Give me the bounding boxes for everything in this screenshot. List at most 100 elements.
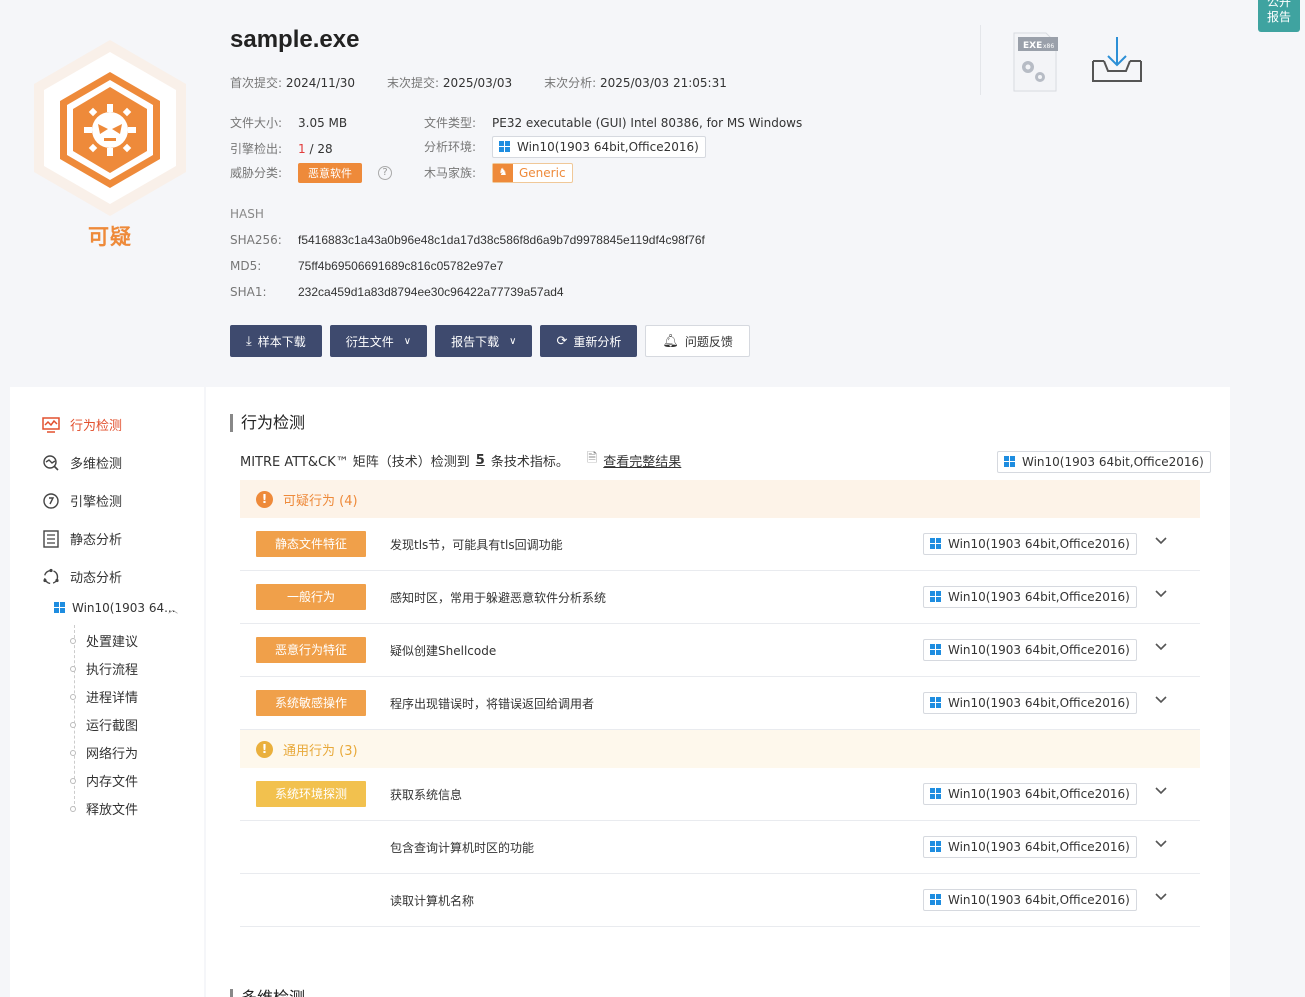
file-name: sample.exe — [230, 26, 360, 53]
chevron-down-icon[interactable] — [1154, 694, 1168, 708]
nav-env-win10[interactable]: Win10(1903 64... ︿ — [54, 601, 194, 616]
sample-download-button[interactable]: ⤓ 样本下载 — [230, 325, 322, 357]
analysis-env: 分析环境: Win10(1903 64bit,Office2016) — [424, 136, 706, 158]
mitre-summary: MITRE ATT&CK™ 矩阵（技术）检测到 5 条技术指标。 🗎︎ 查看完整结果 — [240, 451, 682, 470]
engine-icon — [42, 492, 60, 510]
feedback-button[interactable]: 🔔︎ 问题反馈 — [645, 325, 750, 357]
public-report-tag[interactable]: 公开 报告 — [1258, 0, 1300, 32]
svg-text:EXE: EXE — [1023, 41, 1042, 51]
view-full-results-link[interactable]: 查看完整结果 — [603, 451, 681, 470]
windows-icon — [1004, 456, 1016, 468]
monitor-chart-icon — [42, 416, 60, 434]
table-row[interactable]: 包含查询计算机时区的功能 Win10(1903 64bit,Office2016… — [240, 821, 1200, 874]
behavior-desc: 发现tls节，可能具有tls回调功能 — [390, 538, 563, 552]
verdict-label: 可疑 — [88, 225, 132, 249]
windows-icon — [930, 538, 942, 550]
nav-dynamic-analysis[interactable]: 动态分析 — [42, 567, 122, 586]
threat-class: 威胁分类: 恶意软件? — [230, 163, 392, 183]
download-tray-icon[interactable] — [1090, 35, 1144, 85]
table-row[interactable]: 静态文件特征 发现tls节，可能具有tls回调功能 Win10(1903 64b… — [240, 518, 1200, 571]
nav-sub-disposal[interactable]: 处置建议 — [70, 631, 138, 650]
windows-icon — [930, 644, 942, 656]
threat-tag: 恶意软件 — [298, 163, 362, 183]
table-row[interactable]: 系统敏感操作 程序出现错误时，将错误返回给调用者 Win10(1903 64bi… — [240, 677, 1200, 730]
table-row[interactable]: 一般行为 感知时区，常用于躲避恶意软件分析系统 Win10(1903 64bit… — [240, 571, 1200, 624]
exe-file-icon: EXE x86 — [1013, 32, 1058, 92]
category-tag: 系统敏感操作 — [256, 690, 366, 716]
help-icon[interactable]: ? — [378, 166, 392, 180]
windows-icon — [499, 141, 511, 153]
nav-sub-screenshots[interactable]: 运行截图 — [70, 715, 138, 734]
chevron-down-icon: ∨ — [403, 335, 412, 347]
warning-icon: ! — [256, 490, 273, 508]
chevron-down-icon[interactable] — [1154, 838, 1168, 852]
sha1: SHA1: 232ca459d1a83d8794ee30c96422a77739a… — [230, 285, 564, 299]
nav-behavior-detection[interactable]: 行为检测 — [42, 415, 122, 434]
windows-icon — [54, 602, 66, 614]
refresh-icon: ⟳ — [556, 333, 568, 349]
chevron-down-icon[interactable] — [1154, 535, 1168, 549]
nav-sub-network[interactable]: 网络行为 — [70, 743, 138, 762]
chevron-down-icon[interactable] — [1154, 891, 1168, 905]
list-document-icon — [42, 529, 60, 548]
engine-detections: 引擎检出: 1 / 28 — [230, 142, 333, 156]
group-suspicious: ! 可疑行为 (4) — [240, 480, 1200, 518]
chevron-down-icon: ∨ — [509, 335, 517, 347]
hash-title: HASH — [230, 207, 264, 221]
nav-static-analysis[interactable]: 静态分析 — [42, 529, 122, 548]
md5: MD5: 75ff4b69506691689c816c05782e97e7 — [230, 259, 504, 273]
download-icon: ⤓ — [246, 333, 252, 349]
report-search-icon: 🗎︎ — [586, 451, 598, 466]
behavior-desc: 程序出现错误时，将错误返回给调用者 — [390, 697, 595, 711]
nav-engine-detection[interactable]: 引擎检测 — [42, 491, 122, 510]
category-tag: 静态文件特征 — [256, 531, 366, 557]
cycle-icon — [42, 568, 60, 586]
sidebar: 行为检测 多维检测 引擎检测 静态分析 动态分析 Win10(1903 64..… — [10, 387, 204, 997]
chevron-up-icon: ︿ — [168, 604, 178, 616]
file-size: 文件大小: 3.05 MB — [230, 116, 348, 130]
family-tag: ♞ Generic — [492, 163, 573, 183]
radar-icon — [42, 454, 60, 472]
behavior-desc: 获取系统信息 — [390, 788, 463, 802]
derived-files-button[interactable]: 衍生文件 ∨ — [329, 325, 428, 357]
behavior-desc: 疑似创建Shellcode — [390, 644, 497, 658]
windows-icon — [930, 788, 942, 800]
behavior-panel: 行为检测 MITRE ATT&CK™ 矩阵（技术）检测到 5 条技术指标。 🗎︎ 查… — [206, 387, 1230, 997]
behavior-desc: 读取计算机名称 — [390, 894, 475, 908]
behavior-desc: 感知时区，常用于躲避恶意软件分析系统 — [390, 591, 607, 605]
table-row[interactable]: 系统环境探测 获取系统信息 Win10(1903 64bit,Office201… — [240, 768, 1200, 821]
windows-icon — [930, 894, 942, 906]
chevron-down-icon[interactable] — [1154, 785, 1168, 799]
nav-multi-detection[interactable]: 多维检测 — [42, 453, 122, 472]
submission-dates: 首次提交: 2024/11/30 末次提交: 2025/03/03 末次分析: … — [230, 76, 727, 90]
trojan-icon: ♞ — [493, 164, 513, 182]
windows-icon — [930, 697, 942, 709]
warning-icon: ! — [256, 740, 273, 758]
nav-sub-process-detail[interactable]: 进程详情 — [70, 687, 138, 706]
file-type: 文件类型: PE32 executable (GUI) Intel 80386, … — [424, 116, 803, 130]
action-bar: ⤓ 样本下载 衍生文件 ∨ 报告下载 ∨ ⟳ 重新分析 🔔︎ 问题反馈 — [230, 325, 758, 357]
category-tag: 系统环境探测 — [256, 781, 366, 807]
nav-sub-dropped-files[interactable]: 释放文件 — [70, 799, 138, 818]
chevron-down-icon[interactable] — [1154, 641, 1168, 655]
category-tag: 恶意行为特征 — [256, 637, 366, 663]
env-filter[interactable]: Win10(1903 64bit,Office2016) — [997, 451, 1211, 473]
reanalyze-button[interactable]: ⟳ 重新分析 — [540, 325, 638, 357]
chevron-down-icon[interactable] — [1154, 588, 1168, 602]
suspicious-bug-icon — [34, 40, 186, 216]
group-common: ! 通用行为 (3) — [240, 730, 1200, 768]
table-row[interactable]: 恶意行为特征 疑似创建Shellcode Win10(1903 64bit,Of… — [240, 624, 1200, 677]
section-title: 行为检测 — [230, 414, 305, 432]
verdict-badge — [30, 38, 190, 218]
trojan-family: 木马家族: ♞ Generic — [424, 163, 573, 183]
behavior-desc: 包含查询计算机时区的功能 — [390, 841, 535, 855]
windows-icon — [930, 841, 942, 853]
nav-sub-execution-flow[interactable]: 执行流程 — [70, 659, 138, 678]
next-section-title: 多维检测 — [230, 989, 305, 997]
bell-icon: 🔔︎ — [662, 333, 679, 349]
nav-sub-memory-files[interactable]: 内存文件 — [70, 771, 138, 790]
category-tag: 一般行为 — [256, 584, 366, 610]
table-row[interactable]: 读取计算机名称 Win10(1903 64bit,Office2016) — [240, 874, 1200, 927]
sha256: SHA256: f5416883c1a43a0b96e48c1da17d38c58… — [230, 233, 705, 247]
report-download-button[interactable]: 报告下载 ∨ — [435, 325, 533, 357]
